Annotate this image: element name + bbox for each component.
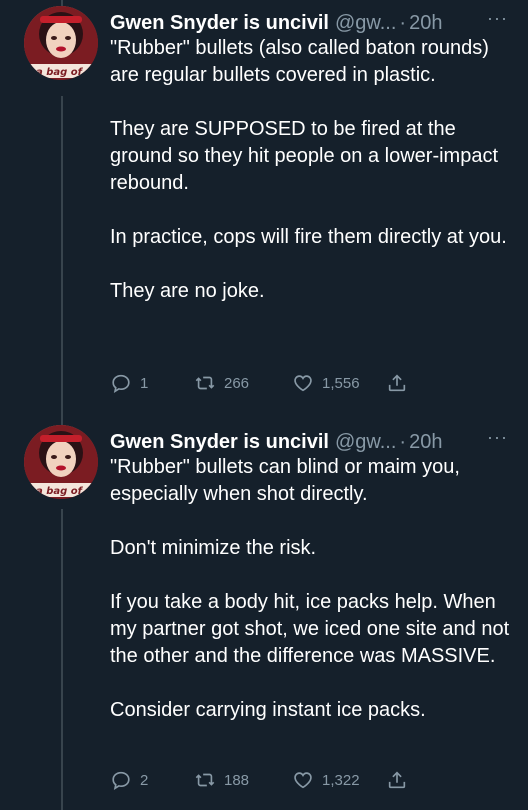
tweet-time[interactable]: 20h [409,12,442,35]
author-avatar[interactable]: a bag of [24,6,98,80]
author-name[interactable]: Gwen Snyder is uncivil [110,431,329,454]
tweet-header: Gwen Snyder is uncivil @gw... · 20h [110,8,512,38]
tweet-time[interactable]: 20h [409,431,442,454]
avatar-image: a bag of [24,425,98,499]
share-icon [388,374,406,392]
tweet-actions: 1 266 1,556 [110,371,450,395]
tweet-paragraph: Consider carrying instant ice packs. [110,699,426,721]
like-button[interactable]: 1,322 [292,769,386,791]
retweet-count: 266 [224,374,250,392]
reply-icon [112,374,130,393]
tweet-1[interactable]: a bag of Gwen Snyder is uncivil @gw... ·… [0,6,528,406]
like-icon [294,375,312,392]
author-name[interactable]: Gwen Snyder is uncivil [110,12,329,35]
tweet-text: "Rubber" bullets (also called baton roun… [110,35,510,305]
tweet-2[interactable]: a bag of Gwen Snyder is uncivil @gw... ·… [0,425,528,810]
tweet-paragraph: They are no joke. [110,280,265,302]
share-button[interactable] [386,769,408,791]
reply-button[interactable]: 2 [110,769,194,791]
retweet-icon [195,376,215,390]
tweet-paragraph: Don't minimize the risk. [110,537,317,559]
reply-count: 1 [140,374,149,392]
retweet-button[interactable]: 266 [194,372,292,394]
avatar-text: a bag of [36,67,84,78]
more-icon[interactable]: ··· [487,8,508,29]
retweet-button[interactable]: 188 [194,769,292,791]
more-icon[interactable]: ··· [487,427,508,448]
share-button[interactable] [386,372,408,394]
tweet-actions: 2 188 1,322 [110,768,450,792]
tweet-paragraph: If you take a body hit, ice packs help. … [110,591,510,667]
reply-icon [112,771,130,790]
retweet-count: 188 [224,771,250,789]
avatar-image: a bag of [24,6,98,80]
tweet-text: "Rubber" bullets can blind or maim you, … [110,454,510,724]
like-count: 1,556 [322,374,360,392]
like-count: 1,322 [322,771,360,789]
like-icon [294,772,312,789]
avatar-text: a bag of [36,486,84,497]
author-handle[interactable]: @gw... [335,431,396,454]
tweet-paragraph: "Rubber" bullets (also called baton roun… [110,37,489,86]
author-handle[interactable]: @gw... [335,12,396,35]
tweet-paragraph: In practice, cops will fire them directl… [110,226,507,248]
tweet-paragraph: They are SUPPOSED to be fired at the gro… [110,118,499,194]
like-button[interactable]: 1,556 [292,372,386,394]
share-icon [388,771,406,789]
reply-count: 2 [140,771,149,789]
retweet-icon [195,773,215,787]
separator-dot: · [399,430,407,453]
author-avatar[interactable]: a bag of [24,425,98,499]
tweet-header: Gwen Snyder is uncivil @gw... · 20h [110,427,512,457]
tweet-paragraph: "Rubber" bullets can blind or maim you, … [110,456,460,505]
separator-dot: · [399,11,407,34]
reply-button[interactable]: 1 [110,372,194,394]
